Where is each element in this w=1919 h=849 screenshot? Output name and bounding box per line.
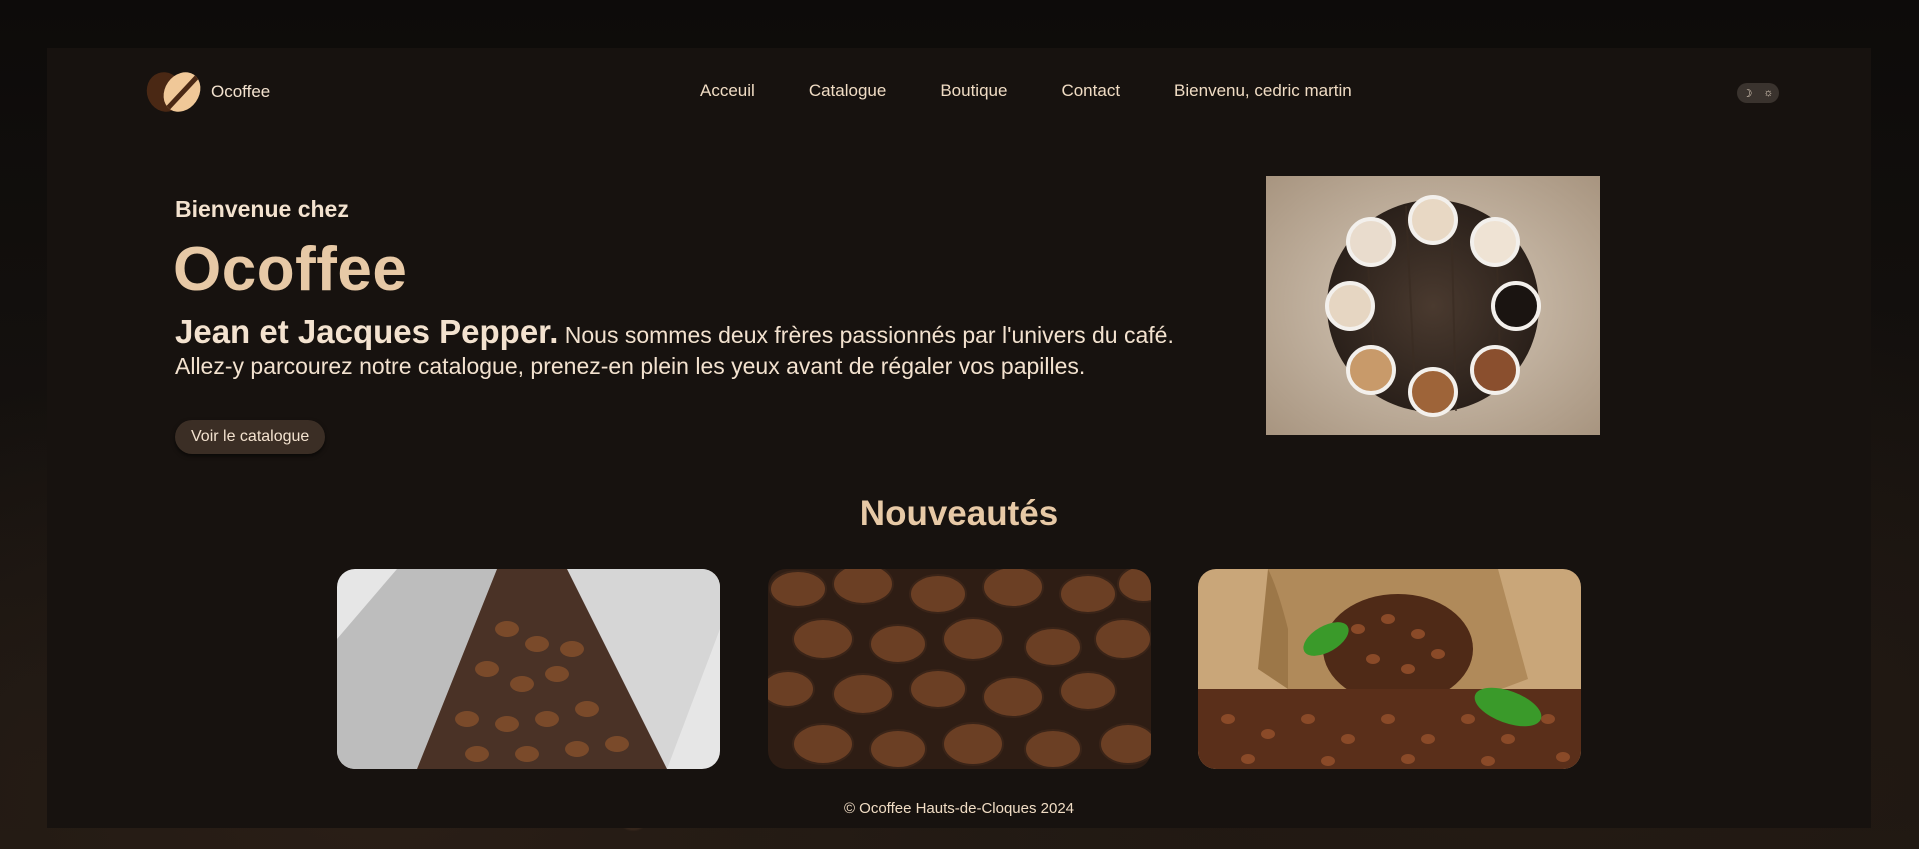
moon-icon: ☽ [1742,87,1753,100]
theme-toggle[interactable]: ☽ ☼ [1737,83,1779,103]
site-header: Ocoffee Acceuil Catalogue Boutique Conta… [47,48,1871,136]
coffee-bean-icon [141,65,208,119]
news-card-coffee-sack[interactable] [1198,569,1581,769]
brand-logo[interactable]: Ocoffee [141,65,271,119]
brand-name: Ocoffee [211,82,271,101]
hero-line1: Nous sommes deux frères passionnés par l… [558,322,1174,348]
nav-item-boutique[interactable]: Boutique [940,81,1007,101]
hero-line2: Allez-y parcourez notre catalogue, prene… [175,353,1086,379]
nav-item-acceuil[interactable]: Acceuil [700,81,755,101]
coffee-beans-closeup-image [768,569,1151,769]
page-frame: Ocoffee Acceuil Catalogue Boutique Conta… [47,48,1871,828]
nav-item-catalogue[interactable]: Catalogue [809,81,887,101]
news-card-coffee-beans[interactable] [768,569,1151,769]
site-footer: © Ocoffee Hauts-de-Cloques 2024 [843,800,1075,817]
news-title: Nouveautés [859,494,1059,533]
coffee-cups-table-image [1266,176,1600,435]
catalogue-button[interactable]: Voir le catalogue [175,420,326,454]
coffee-bag-image [337,569,720,769]
news-card-coffee-bag[interactable] [337,569,720,769]
nav-item-user[interactable]: Bienvenu, cedric martin [1174,81,1352,101]
sun-icon: ☼ [1763,87,1774,99]
coffee-sack-image [1198,569,1581,769]
hero-title: Ocoffee [173,235,408,304]
nav-item-contact[interactable]: Contact [1061,81,1120,101]
hero-names: Jean et Jacques Pepper. [175,313,559,350]
hero-description: Jean et Jacques Pepper. Nous sommes deux… [175,313,1255,382]
hero-subtitle: Bienvenue chez [175,196,349,222]
main-nav: Acceuil Catalogue Boutique Contact Bienv… [700,81,1406,101]
